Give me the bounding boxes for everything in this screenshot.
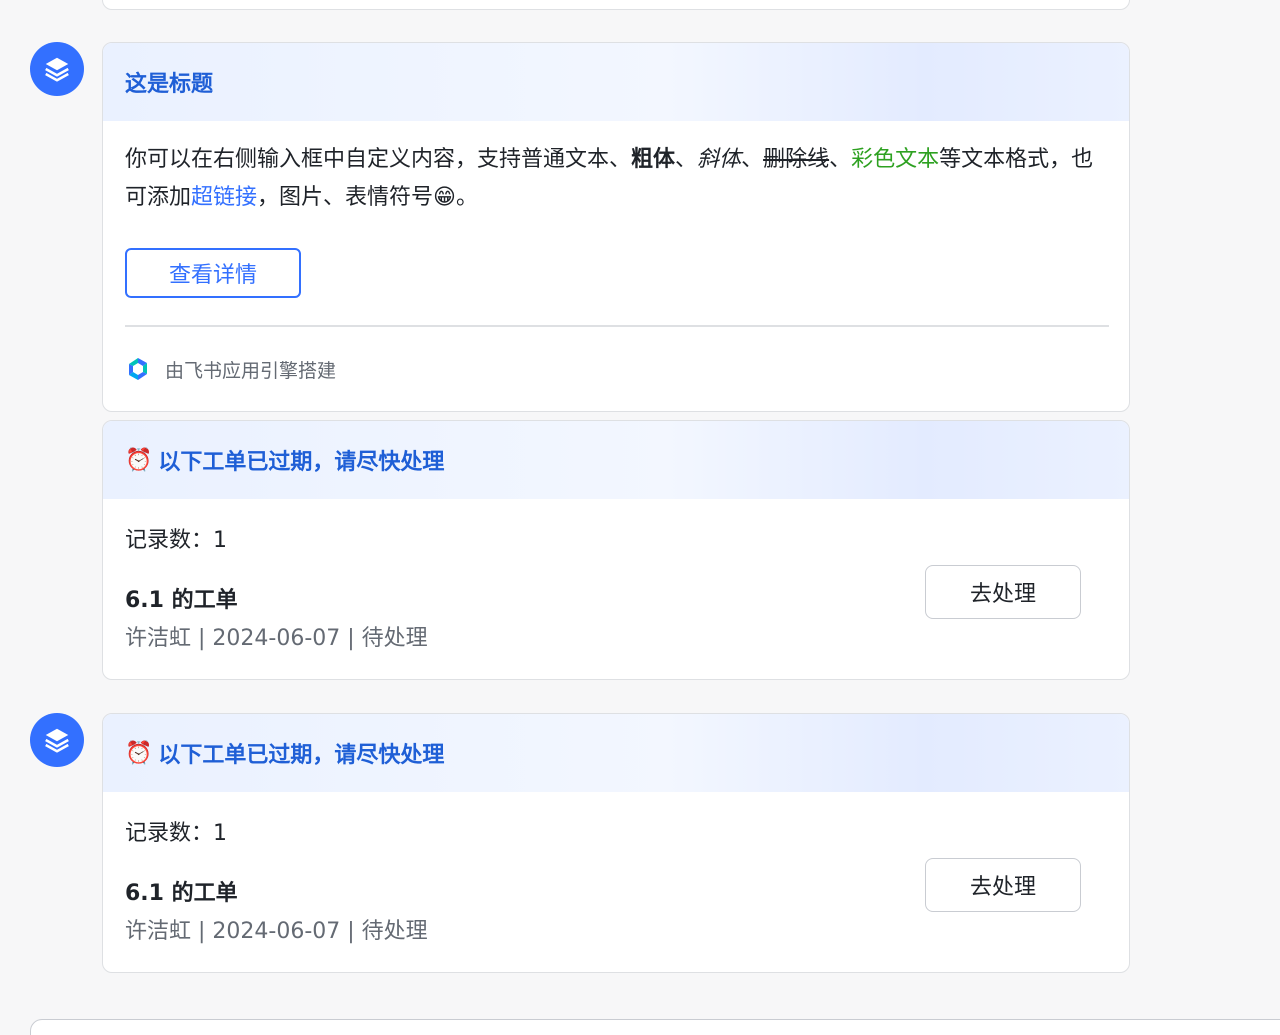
strikethrough-text: 删除线	[763, 147, 830, 172]
bold-text: 粗体	[631, 147, 676, 172]
body-text-separator: 、	[741, 147, 764, 172]
message-card-intro: 这是标题 你可以在右侧输入框中自定义内容，支持普通文本、粗体、斜体、删除线、彩色…	[102, 42, 1130, 412]
body-text-separator: 、	[829, 147, 852, 172]
message-input-box[interactable]	[30, 1019, 1280, 1035]
card-body-text: 你可以在右侧输入框中自定义内容，支持普通文本、粗体、斜体、删除线、彩色文本等文本…	[103, 121, 1129, 217]
process-button[interactable]: 去处理	[925, 858, 1081, 912]
card-title: 以下工单已过期，请尽快处理	[158, 450, 445, 475]
layers-icon	[45, 57, 69, 82]
card-header: 这是标题	[103, 43, 1129, 121]
alarm-clock-icon: ⏰	[125, 447, 153, 473]
footer-text: 由飞书应用引擎搭建	[165, 359, 337, 382]
card-title: 以下工单已过期，请尽快处理	[158, 743, 445, 768]
layers-icon	[45, 728, 69, 753]
message-card-expired-tickets: ⏰ 以下工单已过期，请尽快处理 记录数：1 6.1 的工单 许洁虹 | 2024…	[102, 713, 1130, 973]
records-count: 记录数：1	[125, 528, 227, 553]
message-card-expired-tickets: ⏰ 以下工单已过期，请尽快处理 记录数：1 6.1 的工单 许洁虹 | 2024…	[102, 420, 1130, 680]
bot-avatar[interactable]	[30, 713, 84, 767]
process-button[interactable]: 去处理	[925, 565, 1081, 619]
card-header: ⏰ 以下工单已过期，请尽快处理	[103, 421, 1129, 499]
previous-message-card	[102, 0, 1130, 10]
ticket-meta: 许洁虹 | 2024-06-07 | 待处理	[125, 626, 428, 651]
chat-stage: 这是标题 你可以在右侧输入框中自定义内容，支持普通文本、粗体、斜体、删除线、彩色…	[0, 0, 1280, 1035]
records-count: 记录数：1	[125, 821, 227, 846]
hyperlink[interactable]: 超链接	[191, 185, 257, 210]
ticket-row: 6.1 的工单 许洁虹 | 2024-06-07 | 待处理 去处理	[103, 561, 1129, 679]
alarm-clock-icon: ⏰	[125, 740, 153, 766]
italic-text: 斜体	[697, 147, 742, 172]
body-text-segment: ，图片、表情符号😁。	[257, 185, 478, 210]
colored-text: 彩色文本	[851, 147, 940, 172]
feishu-app-engine-logo-icon	[129, 358, 147, 380]
card-header: ⏰ 以下工单已过期，请尽快处理	[103, 714, 1129, 792]
card-footer: 由飞书应用引擎搭建	[103, 327, 1129, 411]
ticket-row: 6.1 的工单 许洁虹 | 2024-06-07 | 待处理 去处理	[103, 854, 1129, 972]
bot-avatar[interactable]	[30, 42, 84, 96]
body-text-segment: 你可以在右侧输入框中自定义内容，支持普通文本、	[125, 147, 632, 172]
view-details-button[interactable]: 查看详情	[125, 248, 301, 298]
body-text-separator: 、	[675, 147, 698, 172]
ticket-meta: 许洁虹 | 2024-06-07 | 待处理	[125, 919, 428, 944]
card-title: 这是标题	[125, 72, 214, 97]
